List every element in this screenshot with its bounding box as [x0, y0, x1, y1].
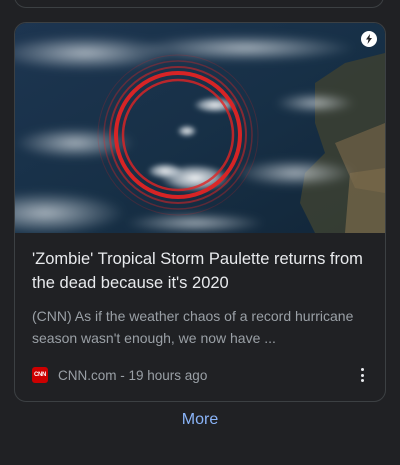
- cnn-logo-text: CNN: [33, 372, 47, 378]
- source-meta: CNN.com - 19 hours ago: [58, 368, 207, 383]
- satellite-image: [15, 23, 385, 233]
- article-thumbnail[interactable]: [15, 23, 385, 233]
- more-vert-icon[interactable]: [352, 365, 372, 385]
- news-card[interactable]: 'Zombie' Tropical Storm Paulette returns…: [14, 22, 386, 402]
- article-snippet: (CNN) As if the weather chaos of a recor…: [32, 308, 354, 346]
- article-source-row: CNN CNN.com - 19 hours ago: [32, 365, 372, 385]
- previous-card-edge: [14, 0, 384, 8]
- article-title[interactable]: 'Zombie' Tropical Storm Paulette returns…: [32, 247, 372, 295]
- lightning-bolt-icon: [361, 31, 377, 47]
- source-name: CNN.com: [58, 367, 117, 383]
- publish-time: 19 hours ago: [128, 367, 208, 383]
- source-separator: -: [116, 367, 129, 383]
- more-button[interactable]: More: [0, 408, 400, 432]
- cnn-logo-icon: CNN: [32, 367, 48, 383]
